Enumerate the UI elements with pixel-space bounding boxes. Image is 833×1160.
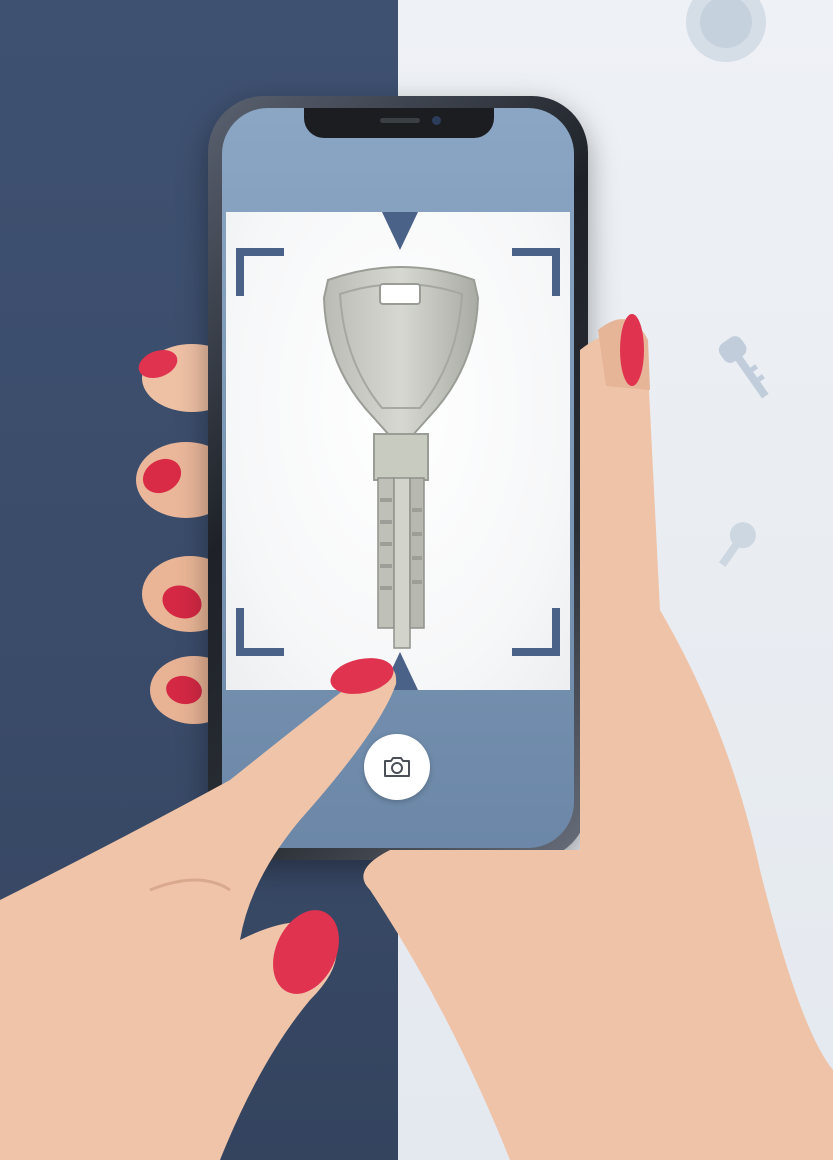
key-icon — [493, 1026, 542, 1113]
camera-viewfinder — [226, 212, 570, 690]
frame-corner-bottom-left — [236, 608, 284, 656]
alignment-arrow-top-icon — [382, 212, 418, 250]
lock-cylinder-icon — [686, 0, 766, 62]
smartphone — [208, 96, 588, 860]
key-icon — [718, 336, 769, 399]
speaker-grille — [380, 118, 420, 123]
frame-corner-top-left — [236, 248, 284, 296]
front-camera-icon — [432, 116, 441, 125]
frame-corner-bottom-right — [512, 608, 560, 656]
capture-button[interactable] — [364, 734, 430, 800]
frame-corner-top-right — [512, 248, 560, 296]
key-icon — [718, 522, 756, 567]
key-image — [322, 266, 480, 649]
phone-notch — [304, 108, 494, 138]
phone-screen — [222, 108, 574, 848]
camera-icon — [384, 757, 410, 777]
